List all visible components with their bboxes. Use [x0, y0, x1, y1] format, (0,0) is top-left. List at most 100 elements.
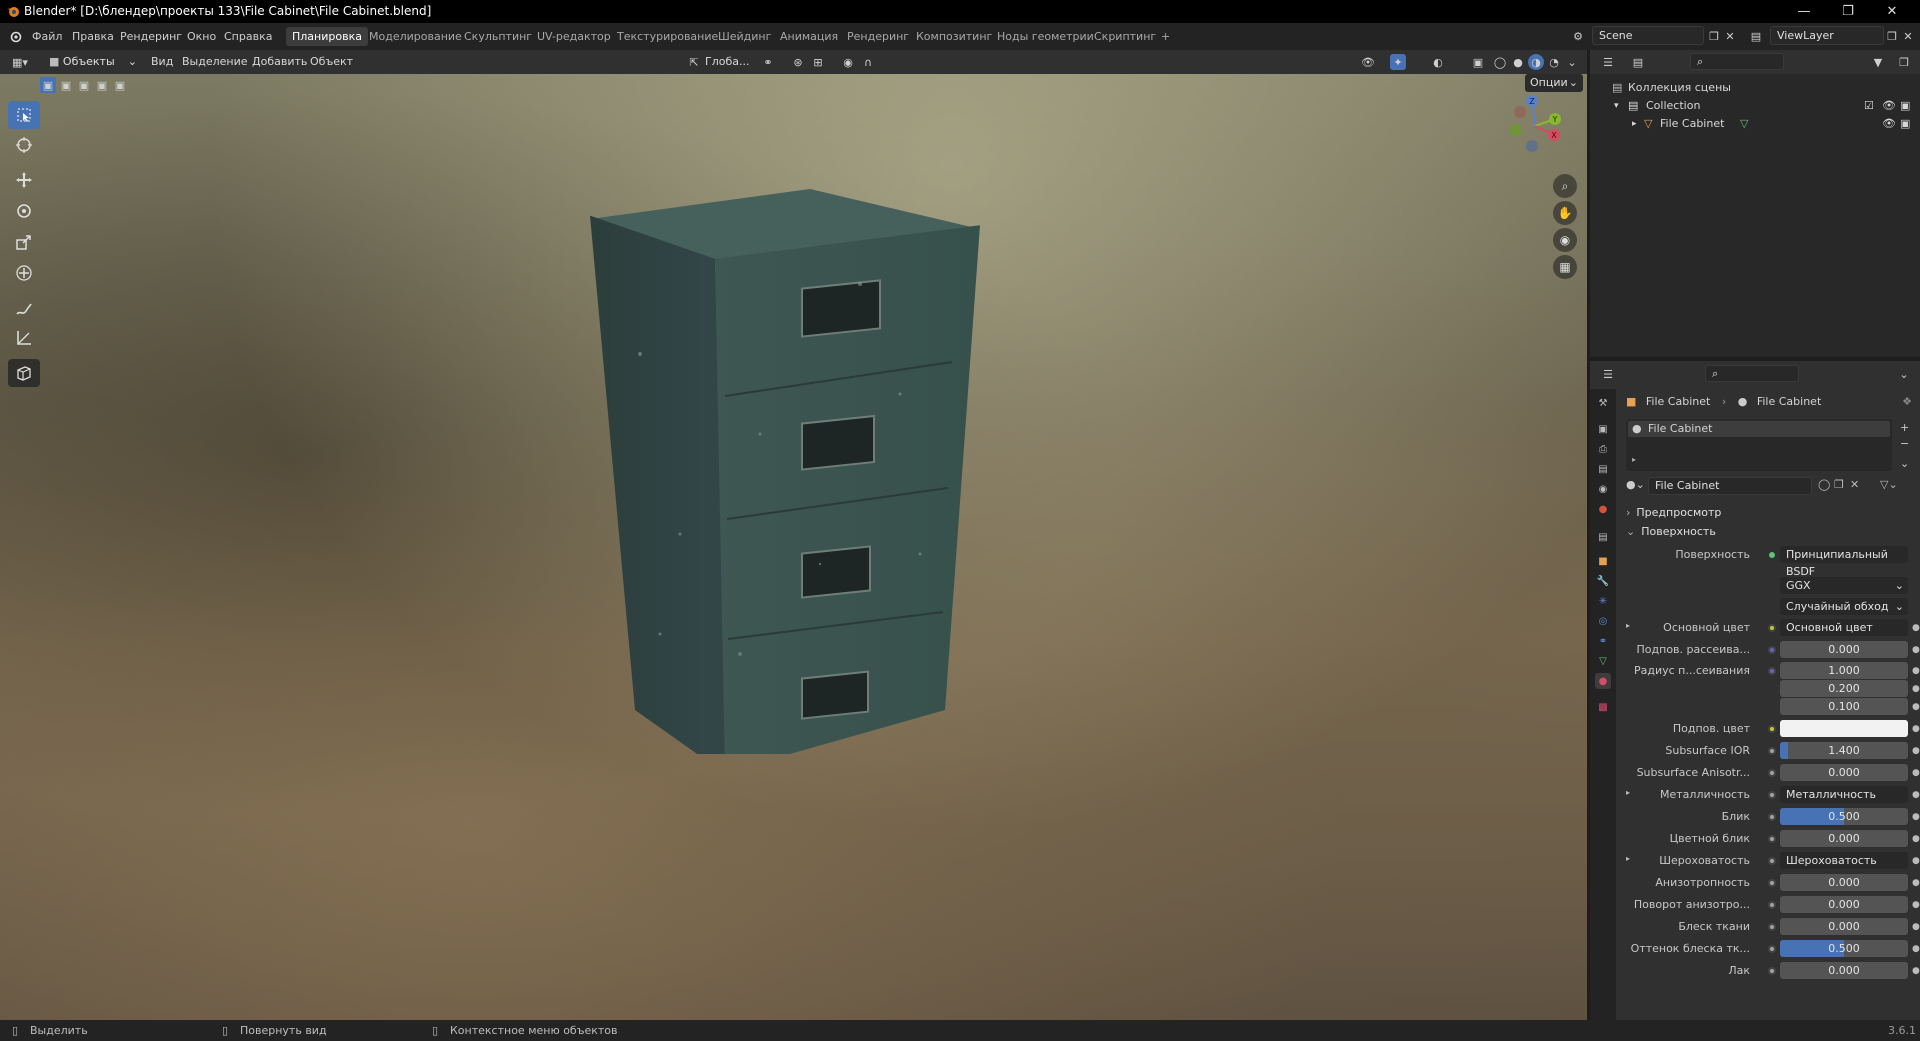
outliner-row-collection[interactable]: ▾ ▤ Collection ☑ 👁 ▣: [1590, 97, 1920, 115]
close-button[interactable]: ✕: [1870, 0, 1914, 23]
object-tab-icon[interactable]: ■: [1595, 553, 1611, 569]
snap-icon[interactable]: ⊛: [790, 54, 806, 70]
keyframe-dot-icon[interactable]: ●: [1912, 962, 1920, 980]
properties-options-icon[interactable]: ⌄: [1896, 366, 1912, 382]
keyframe-dot-icon[interactable]: ●: [1912, 940, 1920, 958]
color-swatch[interactable]: [1780, 720, 1908, 737]
keyframe-dot-icon[interactable]: ●: [1912, 874, 1920, 892]
numeric-field[interactable]: 0.000: [1780, 874, 1908, 891]
numeric-field[interactable]: 0.000: [1780, 962, 1908, 979]
outliner-row-file-cabinet[interactable]: ▸ ▽ File Cabinet ▽ 👁 ▣: [1590, 115, 1920, 133]
menu-add[interactable]: Добавить: [252, 54, 307, 70]
slot-expand-icon[interactable]: ▸: [1632, 455, 1636, 464]
zoom-view-button[interactable]: ⌕: [1553, 174, 1577, 198]
numeric-field[interactable]: 0.000: [1780, 764, 1908, 781]
scene-selector[interactable]: Scene: [1592, 26, 1704, 45]
viewlayer-icon[interactable]: ▤: [1748, 28, 1764, 44]
tab-compositing[interactable]: Композитинг: [910, 27, 998, 46]
tab-animation[interactable]: Анимация: [774, 27, 844, 46]
physics-tab-icon[interactable]: ◎: [1595, 613, 1611, 629]
camera-view-button[interactable]: ◉: [1553, 228, 1577, 252]
tab-layout[interactable]: Планировка: [286, 27, 368, 46]
camera-render-icon[interactable]: ▣: [1900, 97, 1910, 115]
tab-rendering[interactable]: Рендеринг: [841, 27, 915, 46]
scene-tab-icon[interactable]: ◉: [1595, 481, 1611, 497]
constraints-tab-icon[interactable]: ⚭: [1595, 633, 1611, 649]
tab-uv-editing[interactable]: UV-редактор: [531, 27, 617, 46]
restore-button[interactable]: ❐: [1826, 0, 1870, 23]
numeric-field[interactable]: 0.200: [1780, 680, 1908, 697]
input-socket-icon[interactable]: [1768, 667, 1776, 675]
input-socket-icon[interactable]: [1768, 835, 1776, 843]
gizmo-toggle-icon[interactable]: ✦: [1390, 54, 1406, 70]
duplicate-material-icon[interactable]: ❐: [1834, 478, 1844, 491]
select-new-icon[interactable]: ▣: [40, 77, 56, 93]
proportional-edit-icon[interactable]: ◉: [840, 54, 856, 70]
object-camera-icon[interactable]: ▣: [1900, 115, 1910, 133]
linked-input-field[interactable]: Металличность: [1780, 786, 1908, 803]
filter-icon[interactable]: ▼: [1870, 54, 1886, 70]
tab-scripting[interactable]: Скриптинг: [1088, 27, 1162, 46]
cursor-tool[interactable]: [8, 131, 40, 159]
numeric-field[interactable]: 1.400: [1780, 742, 1908, 759]
outliner-editor-type-icon[interactable]: ☰: [1600, 54, 1616, 70]
particles-tab-icon[interactable]: ✳: [1595, 593, 1611, 609]
measure-tool[interactable]: [8, 324, 40, 352]
move-tool[interactable]: [8, 166, 40, 194]
perspective-toggle-button[interactable]: ▦: [1553, 255, 1577, 279]
keyframe-dot-icon[interactable]: ●: [1912, 641, 1920, 659]
section-preview[interactable]: › Предпросмотр: [1626, 504, 1721, 522]
view-layer-tab-icon[interactable]: ▤: [1595, 461, 1611, 477]
input-socket-icon[interactable]: [1768, 901, 1776, 909]
shading-options-icon[interactable]: ⌄: [1564, 54, 1580, 70]
numeric-field[interactable]: 0.500: [1780, 808, 1908, 825]
menu-render[interactable]: Рендеринг: [120, 30, 182, 43]
numeric-field[interactable]: 0.100: [1780, 698, 1908, 715]
keyframe-dot-icon[interactable]: ●: [1912, 808, 1920, 826]
menu-view[interactable]: Вид: [151, 54, 173, 70]
world-tab-icon[interactable]: ●: [1595, 501, 1611, 517]
section-surface[interactable]: ⌄ Поверхность: [1626, 523, 1716, 541]
input-socket-icon[interactable]: [1768, 879, 1776, 887]
keyframe-dot-icon[interactable]: ●: [1912, 720, 1920, 738]
select-subtract-icon[interactable]: ▣: [76, 77, 92, 93]
input-socket-icon[interactable]: [1768, 967, 1776, 975]
snap-target-icon[interactable]: ⊞: [810, 54, 826, 70]
new-collection-icon[interactable]: ❐: [1896, 54, 1912, 70]
mode-selector[interactable]: ■ Объекты ⌄: [42, 53, 144, 71]
input-socket-icon[interactable]: [1768, 725, 1776, 733]
pin-icon[interactable]: ❖: [1902, 393, 1912, 411]
subsurface-method-dropdown[interactable]: Случайный обход ⌄: [1780, 598, 1908, 615]
keyframe-dot-icon[interactable]: ●: [1912, 742, 1920, 760]
socket-expand-icon[interactable]: ▸: [1626, 854, 1630, 863]
tab-texture-paint[interactable]: Текстурирование: [611, 27, 724, 46]
delete-scene-icon[interactable]: ✕: [1722, 28, 1738, 44]
pan-view-button[interactable]: ✋: [1553, 201, 1577, 225]
mesh-data-icon[interactable]: ▽: [1740, 115, 1748, 133]
socket-expand-icon[interactable]: ▸: [1626, 788, 1630, 797]
keyframe-dot-icon[interactable]: ●: [1912, 852, 1920, 870]
select-box-tool[interactable]: [8, 101, 40, 129]
input-socket-icon[interactable]: [1768, 813, 1776, 821]
input-socket-icon[interactable]: [1768, 769, 1776, 777]
keyframe-dot-icon[interactable]: ●: [1912, 764, 1920, 782]
rendered-shading-icon[interactable]: ◔: [1546, 54, 1562, 70]
expand-arrow-icon[interactable]: ▸: [1632, 115, 1637, 133]
input-socket-icon[interactable]: [1768, 791, 1776, 799]
properties-search-input[interactable]: ⌕: [1705, 365, 1799, 382]
input-socket-icon[interactable]: [1768, 945, 1776, 953]
tab-geometry-nodes[interactable]: Ноды геометрии: [991, 27, 1100, 46]
xray-icon[interactable]: ▣: [1470, 54, 1486, 70]
collapse-arrow-icon[interactable]: ▾: [1614, 97, 1619, 115]
transform-orientation-selector[interactable]: Глоба...: [705, 54, 749, 70]
display-mode-icon[interactable]: ▤: [1630, 54, 1646, 70]
material-browse-icon[interactable]: ●⌄: [1626, 478, 1645, 491]
falloff-icon[interactable]: ∩: [860, 54, 876, 70]
menu-help[interactable]: Справка: [224, 30, 272, 43]
new-scene-icon[interactable]: ❐: [1706, 28, 1722, 44]
remove-slot-icon[interactable]: −: [1900, 437, 1909, 450]
object-eye-icon[interactable]: 👁: [1882, 115, 1896, 133]
linked-input-field[interactable]: Основной цвет: [1780, 619, 1908, 636]
material-preview-shading-icon[interactable]: ◑: [1528, 54, 1544, 70]
collection-tab-icon[interactable]: ▤: [1595, 529, 1611, 545]
